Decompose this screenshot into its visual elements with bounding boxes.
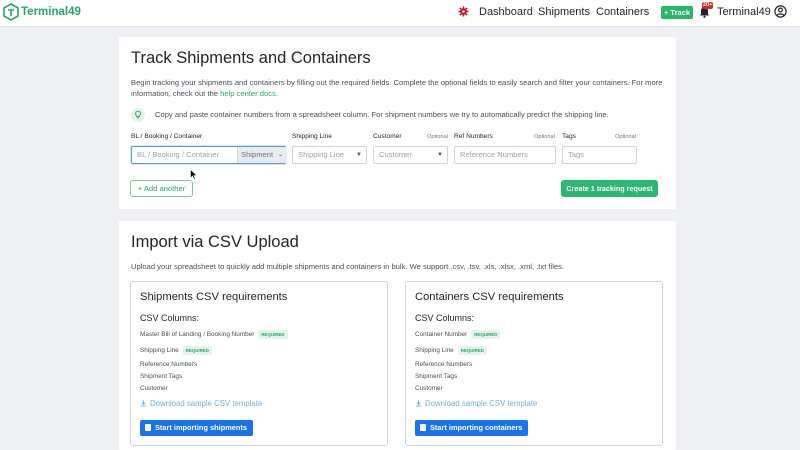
caret-down-icon: ▼: [437, 152, 443, 158]
start-importing-containers-label: Start importing containers: [430, 423, 523, 432]
settings-gear-icon[interactable]: [458, 6, 469, 17]
download-icon: [415, 400, 422, 407]
column-name: Master Bill of Landing / Booking Number: [140, 331, 255, 339]
tags-label: Tags: [562, 133, 576, 140]
start-importing-containers-button[interactable]: Start importing containers: [415, 420, 529, 436]
org-name[interactable]: Terminal49: [717, 6, 771, 18]
create-tracking-request-button[interactable]: Create 1 tracking request: [561, 180, 658, 197]
bl-input-placeholder: BL / Booking / Container: [137, 150, 220, 159]
list-item: Reference Numbers: [140, 361, 198, 368]
number-type-select[interactable]: Shipment ⌄: [237, 147, 287, 163]
track-description: Begin tracking your shipments and contai…: [131, 77, 666, 99]
start-importing-shipments-label: Start importing shipments: [155, 423, 247, 432]
user-account-icon[interactable]: [774, 5, 787, 18]
customer-optional-label: Optional: [427, 134, 448, 140]
track-description-end: .: [275, 89, 278, 98]
list-item: Shipping Line REQUIRED: [140, 346, 212, 355]
download-shipments-template-link[interactable]: Download sample CSV template: [140, 399, 262, 408]
track-button[interactable]: + Track: [661, 6, 693, 19]
notification-count-badge: 20+: [702, 2, 714, 9]
list-item: Shipment Tags: [415, 373, 458, 380]
ref-numbers-label: Ref Numbers: [454, 133, 493, 140]
shipping-line-label: Shipping Line: [292, 133, 332, 140]
column-name: Shipping Line: [415, 347, 454, 355]
customer-label: Customer: [373, 133, 402, 140]
required-badge: REQUIRED: [457, 346, 487, 355]
shipments-csv-requirements: Shipments CSV requirements CSV Columns: …: [130, 281, 388, 446]
bl-booking-container-input[interactable]: BL / Booking / Container Shipment ⌄: [131, 146, 287, 164]
shipping-line-select[interactable]: Shipping Line ▼: [292, 146, 367, 164]
shipments-csv-title: Shipments CSV requirements: [140, 291, 288, 303]
list-item: Shipping Line REQUIRED: [415, 346, 487, 355]
nav-link-shipments[interactable]: Shipments: [538, 6, 590, 18]
containers-csv-title: Containers CSV requirements: [415, 291, 564, 303]
number-type-value: Shipment: [241, 150, 274, 159]
list-item: Customer: [415, 385, 443, 392]
download-icon: [140, 400, 147, 407]
document-icon: [420, 424, 426, 431]
tip-text: Copy and paste container numbers from a …: [155, 110, 609, 119]
terminal49-logo-icon[interactable]: [3, 3, 19, 21]
csv-import-card: Import via CSV Upload Upload your spread…: [119, 221, 676, 450]
start-importing-shipments-button[interactable]: Start importing shipments: [140, 420, 253, 436]
nav-link-dashboard[interactable]: Dashboard: [479, 6, 533, 18]
download-link-label: Download sample CSV template: [150, 399, 263, 408]
csv-description: Upload your spreadsheet to quickly add m…: [131, 262, 565, 271]
customer-placeholder: Customer: [379, 150, 412, 159]
required-badge: REQUIRED: [182, 346, 212, 355]
ref-numbers-optional-label: Optional: [534, 134, 555, 140]
tags-optional-label: Optional: [615, 134, 636, 140]
list-item: Customer: [140, 385, 168, 392]
csv-title: Import via CSV Upload: [131, 233, 299, 251]
help-center-link[interactable]: help center docs: [220, 89, 276, 98]
containers-columns-title: CSV Columns:: [415, 313, 475, 323]
list-item: Container Number REQUIRED: [415, 330, 501, 339]
download-link-label: Download sample CSV template: [425, 399, 538, 408]
caret-down-icon: ▼: [356, 152, 362, 158]
shipments-columns-title: CSV Columns:: [140, 313, 200, 323]
track-card: Track Shipments and Containers Begin tra…: [119, 37, 676, 209]
required-badge: REQUIRED: [471, 330, 501, 339]
track-description-text: Begin tracking your shipments and contai…: [131, 78, 663, 98]
column-name: Container Number: [415, 331, 468, 339]
list-item: Reference Numbers: [415, 361, 473, 368]
required-badge: REQUIRED: [258, 330, 288, 339]
ref-numbers-input[interactable]: Reference Numbers: [454, 146, 556, 164]
bl-field-label: BL / Booking / Container: [131, 133, 203, 140]
shipping-line-placeholder: Shipping Line: [298, 150, 345, 159]
tags-placeholder: Tags: [568, 150, 585, 159]
containers-csv-requirements: Containers CSV requirements CSV Columns:…: [405, 281, 663, 446]
lightbulb-icon: [131, 108, 145, 122]
add-another-button[interactable]: + Add another: [130, 180, 193, 197]
brand-name[interactable]: Terminal49: [21, 6, 81, 18]
column-name: Shipping Line: [140, 347, 179, 355]
document-icon: [145, 424, 151, 431]
chevron-down-icon: ⌄: [277, 152, 283, 158]
customer-select[interactable]: Customer ▼: [373, 146, 448, 164]
list-item: Master Bill of Landing / Booking Number R…: [140, 330, 288, 339]
list-item: Shipment Tags: [140, 373, 183, 380]
mouse-cursor-icon: [190, 169, 198, 180]
download-containers-template-link[interactable]: Download sample CSV template: [415, 399, 537, 408]
tags-input[interactable]: Tags: [562, 146, 637, 164]
track-title: Track Shipments and Containers: [131, 49, 371, 67]
top-nav: Terminal49 Dashboard Shipments Container…: [0, 0, 800, 27]
nav-link-containers[interactable]: Containers: [596, 6, 649, 18]
ref-numbers-placeholder: Reference Numbers: [460, 150, 528, 159]
